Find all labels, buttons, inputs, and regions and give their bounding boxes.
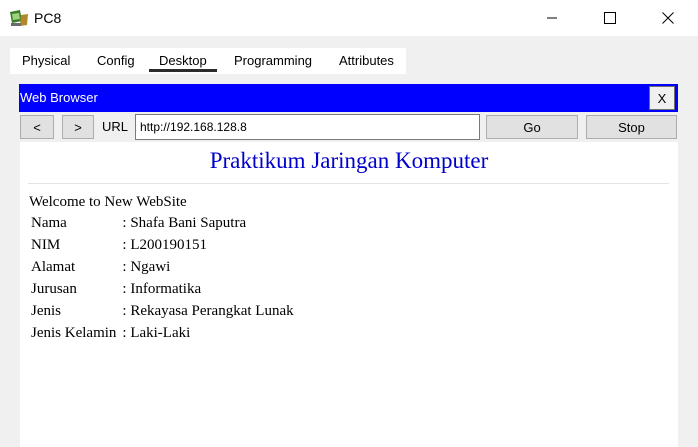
minimize-button[interactable] (529, 0, 575, 36)
row-value: : Informatika (122, 280, 202, 297)
tab-desktop[interactable]: Desktop (149, 48, 217, 74)
row-value: : Shafa Bani Saputra (122, 214, 247, 231)
back-label: < (33, 119, 41, 135)
tab-programming[interactable]: Programming (234, 48, 312, 74)
table-row: Jurusan : Informatika (28, 278, 297, 300)
row-key: Jenis Kelamin (31, 324, 117, 341)
table-row: Jenis Kelamin : Laki-Laki (28, 322, 297, 344)
table-row: Alamat : Ngawi (28, 256, 297, 278)
stop-button[interactable]: Stop (586, 115, 677, 139)
browser-page-content: Praktikum Jaringan Komputer Welcome to N… (20, 142, 678, 447)
info-table: Nama : Shafa Bani Saputra NIM : L2001901… (28, 212, 297, 344)
row-key: Jurusan (31, 280, 77, 297)
table-row: Nama : Shafa Bani Saputra (28, 212, 297, 234)
browser-close-label: X (657, 90, 667, 106)
packet-tracer-pc-icon (10, 10, 28, 26)
close-button[interactable] (645, 0, 691, 36)
row-value: : Rekayasa Perangkat Lunak (122, 302, 294, 319)
page-heading: Praktikum Jaringan Komputer (209, 148, 489, 173)
go-label: Go (523, 119, 541, 135)
window-title: PC8 (34, 10, 62, 26)
forward-label: > (74, 119, 82, 135)
maximize-icon (604, 12, 616, 24)
row-key: Nama (31, 214, 67, 231)
table-row: NIM : L200190151 (28, 234, 297, 256)
back-button[interactable]: < (20, 115, 54, 139)
tab-config[interactable]: Config (97, 48, 135, 74)
close-icon (662, 12, 674, 24)
row-key: NIM (31, 236, 61, 253)
forward-button[interactable]: > (62, 115, 94, 139)
row-value: : Ngawi (122, 258, 171, 275)
browser-titlebar: Web Browser (19, 84, 678, 112)
url-input[interactable] (135, 114, 480, 140)
browser-title: Web Browser (20, 90, 98, 105)
tab-physical[interactable]: Physical (22, 48, 70, 74)
row-key: Jenis (31, 302, 61, 319)
go-button[interactable]: Go (486, 115, 578, 139)
stop-label: Stop (618, 119, 645, 135)
maximize-button[interactable] (587, 0, 633, 36)
minimize-icon (547, 17, 557, 19)
tab-bar: Physical Config Desktop Programming Attr… (10, 48, 406, 74)
welcome-text: Welcome to New WebSite (29, 194, 187, 210)
window-titlebar: PC8 (0, 0, 698, 36)
row-value: : L200190151 (122, 236, 207, 253)
row-key: Alamat (31, 258, 76, 275)
row-value: : Laki-Laki (122, 324, 191, 341)
horizontal-rule (28, 183, 669, 184)
table-row: Jenis : Rekayasa Perangkat Lunak (28, 300, 297, 322)
browser-close-button[interactable]: X (649, 86, 675, 110)
tab-attributes[interactable]: Attributes (339, 48, 394, 74)
url-label: URL (102, 119, 129, 134)
